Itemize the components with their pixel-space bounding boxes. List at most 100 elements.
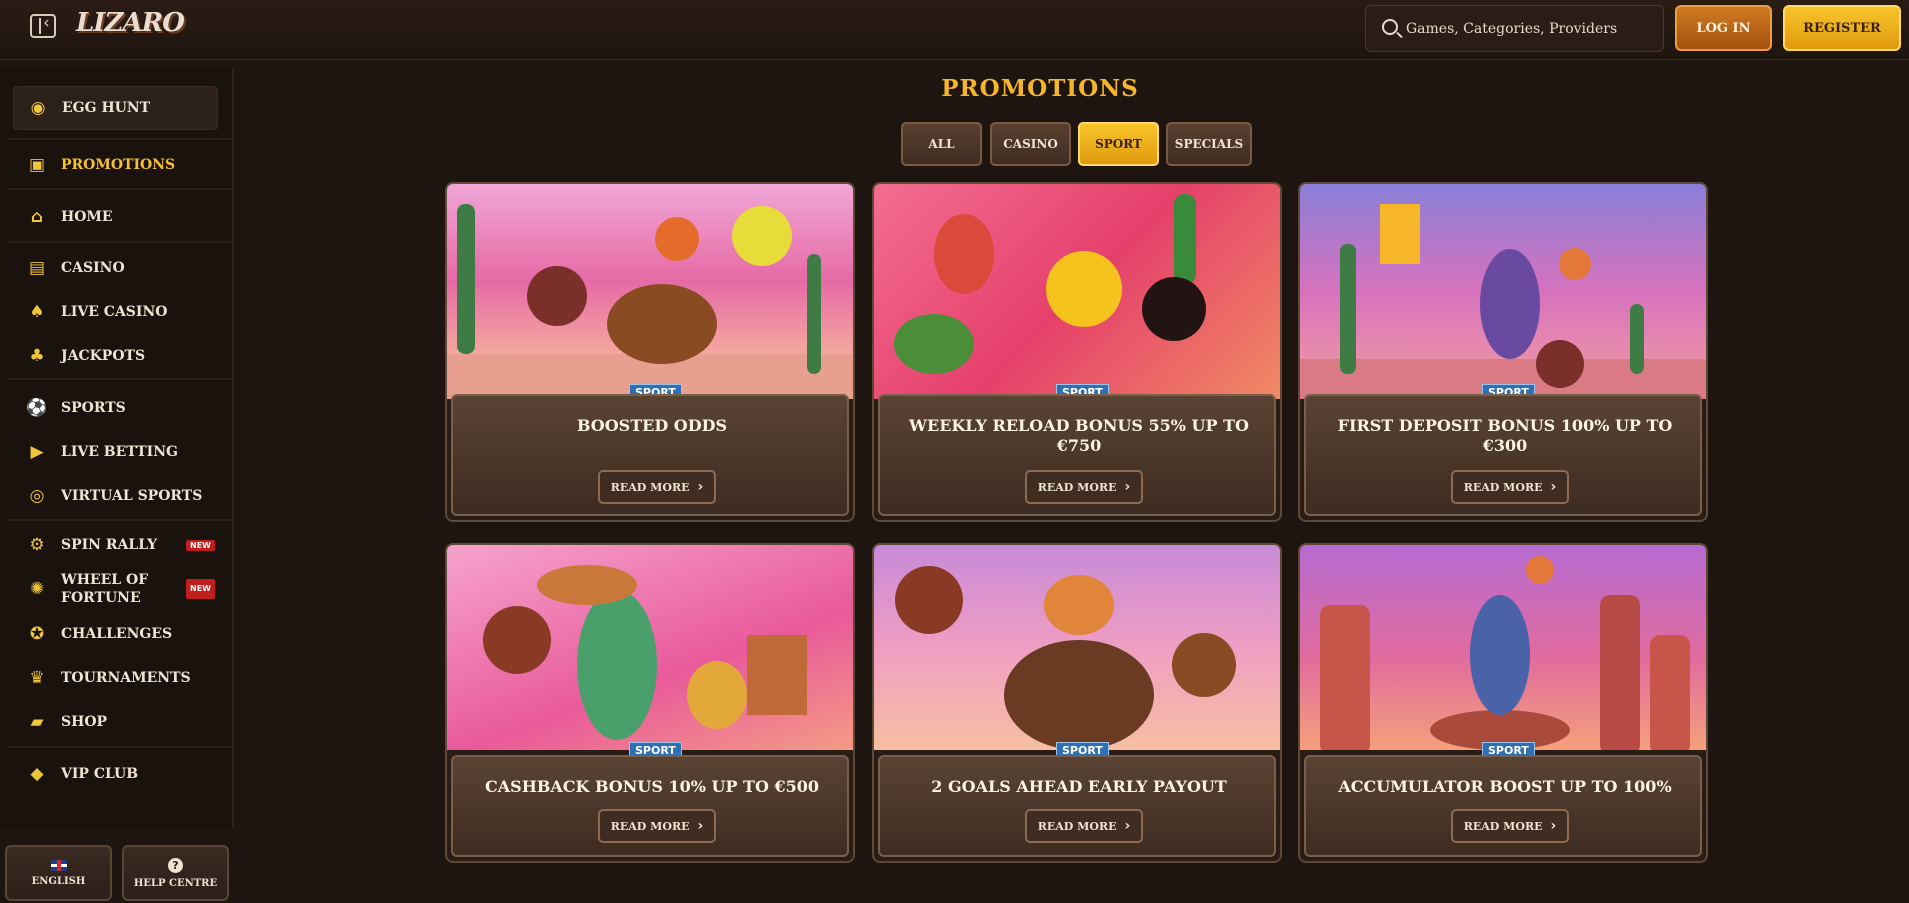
language-label: ENGLISH: [31, 875, 86, 887]
sidebar-item-promotions[interactable]: ▣ PROMOTIONS: [13, 148, 231, 182]
sidebar-item-label: SHOP: [61, 714, 108, 730]
help-centre-button[interactable]: ? HELP CENTRE: [122, 845, 229, 901]
chevron-right-icon: ›: [1124, 479, 1131, 495]
sidebar-item-label: LIVE BETTING: [61, 444, 178, 460]
sidebar-item-label: VIRTUAL SPORTS: [61, 488, 203, 504]
promo-card[interactable]: SPORT FIRST DEPOSIT BONUS 100% UP TO €30…: [1298, 182, 1708, 522]
promo-card[interactable]: SPORT WEEKLY RELOAD BONUS 55% UP TO €750…: [872, 182, 1282, 522]
gift-icon: ▣: [28, 155, 46, 175]
divider: [8, 519, 232, 521]
promo-body: FIRST DEPOSIT BONUS 100% UP TO €300 READ…: [1304, 394, 1702, 516]
read-more-button[interactable]: READ MORE ›: [1451, 470, 1569, 504]
sidebar-item-vip-club[interactable]: ◆ VIP CLUB: [13, 757, 231, 791]
chevron-right-icon: ›: [697, 479, 704, 495]
sidebar-item-label: TOURNAMENTS: [61, 670, 191, 686]
sidebar-item-label: LIVE CASINO: [61, 304, 168, 320]
promo-title: WEEKLY RELOAD BONUS 55% UP TO €750: [909, 416, 1249, 455]
sidebar-item-label: PROMOTIONS: [61, 157, 176, 173]
sidebar-item-label: CHALLENGES: [61, 626, 173, 642]
top-header: LIZARO LOG IN REGISTER: [0, 0, 1909, 60]
sidebar-item-egg-hunt[interactable]: ◉ EGG HUNT: [13, 86, 218, 130]
play-icon: ▶: [30, 442, 44, 462]
read-more-label: READ MORE: [1463, 819, 1543, 833]
divider: [8, 746, 232, 748]
tab-casino[interactable]: CASINO: [990, 122, 1071, 166]
read-more-label: READ MORE: [610, 480, 690, 494]
promo-card[interactable]: SPORT ACCUMULATOR BOOST UP TO 100% READ …: [1298, 543, 1708, 863]
read-more-button[interactable]: READ MORE ›: [1025, 809, 1143, 843]
sidebar-toggle-icon[interactable]: [30, 13, 56, 38]
sidebar-item-wheel-of-fortune[interactable]: ✺ WHEEL OF FORTUNE NEW: [13, 568, 231, 610]
chevron-right-icon: ›: [697, 818, 704, 834]
sidebar-item-live-betting[interactable]: ▶ LIVE BETTING: [13, 435, 231, 469]
read-more-label: READ MORE: [1463, 480, 1543, 494]
sidebar-item-spin-rally[interactable]: ⚙ SPIN RALLY NEW: [13, 528, 231, 562]
promo-body: ACCUMULATOR BOOST UP TO 100% READ MORE ›: [1304, 755, 1702, 857]
question-icon: ?: [168, 857, 183, 873]
divider: [8, 241, 232, 243]
new-badge: NEW: [186, 579, 215, 599]
promo-title: 2 GOALS AHEAD EARLY PAYOUT: [931, 777, 1227, 796]
tab-specials[interactable]: SPECIALS: [1166, 122, 1252, 166]
promo-card[interactable]: SPORT CASHBACK BONUS 10% UP TO €500 READ…: [445, 543, 855, 863]
page-title: PROMOTIONS: [941, 75, 1139, 102]
help-label: HELP CENTRE: [133, 877, 218, 889]
promo-image: [447, 545, 853, 750]
site-logo[interactable]: LIZARO: [76, 8, 185, 38]
sidebar-item-sports[interactable]: ⚽ SPORTS: [13, 391, 231, 425]
virtual-icon: ◎: [29, 486, 45, 506]
register-button[interactable]: REGISTER: [1783, 5, 1901, 51]
diamond-icon: ◆: [30, 764, 44, 784]
tab-sport[interactable]: SPORT: [1078, 122, 1159, 166]
read-more-button[interactable]: READ MORE ›: [598, 470, 716, 504]
sidebar-item-jackpots[interactable]: ♣ JACKPOTS: [13, 339, 231, 373]
promo-body: 2 GOALS AHEAD EARLY PAYOUT READ MORE ›: [878, 755, 1276, 857]
promo-image: [874, 545, 1280, 750]
promo-card[interactable]: SPORT 2 GOALS AHEAD EARLY PAYOUT READ MO…: [872, 543, 1282, 863]
search-icon: [1382, 19, 1398, 35]
promo-body: BOOSTED ODDS READ MORE ›: [451, 394, 849, 516]
uk-flag-icon: [50, 859, 67, 871]
sidebar-item-label: SPORTS: [61, 400, 126, 416]
sidebar-item-virtual-sports[interactable]: ◎ VIRTUAL SPORTS: [13, 479, 231, 513]
read-more-button[interactable]: READ MORE ›: [1025, 470, 1143, 504]
sidebar-item-label: EGG HUNT: [62, 100, 151, 116]
new-badge: NEW: [186, 539, 215, 551]
promo-image: [1300, 545, 1706, 750]
promo-title: BOOSTED ODDS: [576, 416, 728, 435]
sidebar: ◉ EGG HUNT ▣ PROMOTIONS ⌂ HOME ▤ CASINO …: [0, 68, 234, 828]
divider: [8, 188, 232, 190]
read-more-button[interactable]: READ MORE ›: [1451, 809, 1569, 843]
promo-title: CASHBACK BONUS 10% UP TO €500: [485, 777, 819, 796]
divider: [8, 138, 232, 140]
sidebar-item-casino[interactable]: ▤ CASINO: [13, 251, 231, 285]
sidebar-item-label: JACKPOTS: [61, 348, 146, 364]
car-icon: ⚙: [29, 535, 45, 555]
medal-icon: ✪: [29, 624, 45, 644]
search-box[interactable]: [1365, 5, 1664, 52]
wheel-icon: ✺: [29, 579, 45, 599]
sidebar-item-tournaments[interactable]: ♛ TOURNAMENTS: [13, 661, 231, 695]
sidebar-item-shop[interactable]: ▰ SHOP: [13, 705, 231, 739]
sidebar-item-challenges[interactable]: ✪ CHALLENGES: [13, 617, 231, 651]
read-more-label: READ MORE: [610, 819, 690, 833]
sidebar-item-home[interactable]: ⌂ HOME: [13, 200, 231, 234]
chevron-right-icon: ›: [1124, 818, 1131, 834]
search-input[interactable]: [1406, 18, 1656, 40]
login-button[interactable]: LOG IN: [1675, 5, 1772, 51]
cards-icon: ♠: [29, 302, 45, 322]
egg-icon: ◉: [30, 98, 46, 118]
language-button[interactable]: ENGLISH: [5, 845, 112, 901]
sidebar-item-label: CASINO: [61, 260, 125, 276]
bag-icon: ▰: [30, 712, 44, 732]
sidebar-item-live-casino[interactable]: ♠ LIVE CASINO: [13, 295, 231, 329]
sidebar-item-label: VIP CLUB: [61, 766, 139, 782]
sidebar-item-label: SPIN RALLY: [61, 537, 158, 553]
clover-icon: ♣: [29, 346, 45, 366]
read-more-button[interactable]: READ MORE ›: [598, 809, 716, 843]
casino-icon: ▤: [28, 258, 46, 278]
tab-all[interactable]: ALL: [901, 122, 982, 166]
promo-card[interactable]: SPORT BOOSTED ODDS READ MORE ›: [445, 182, 855, 522]
home-icon: ⌂: [30, 207, 44, 227]
read-more-label: READ MORE: [1037, 480, 1117, 494]
